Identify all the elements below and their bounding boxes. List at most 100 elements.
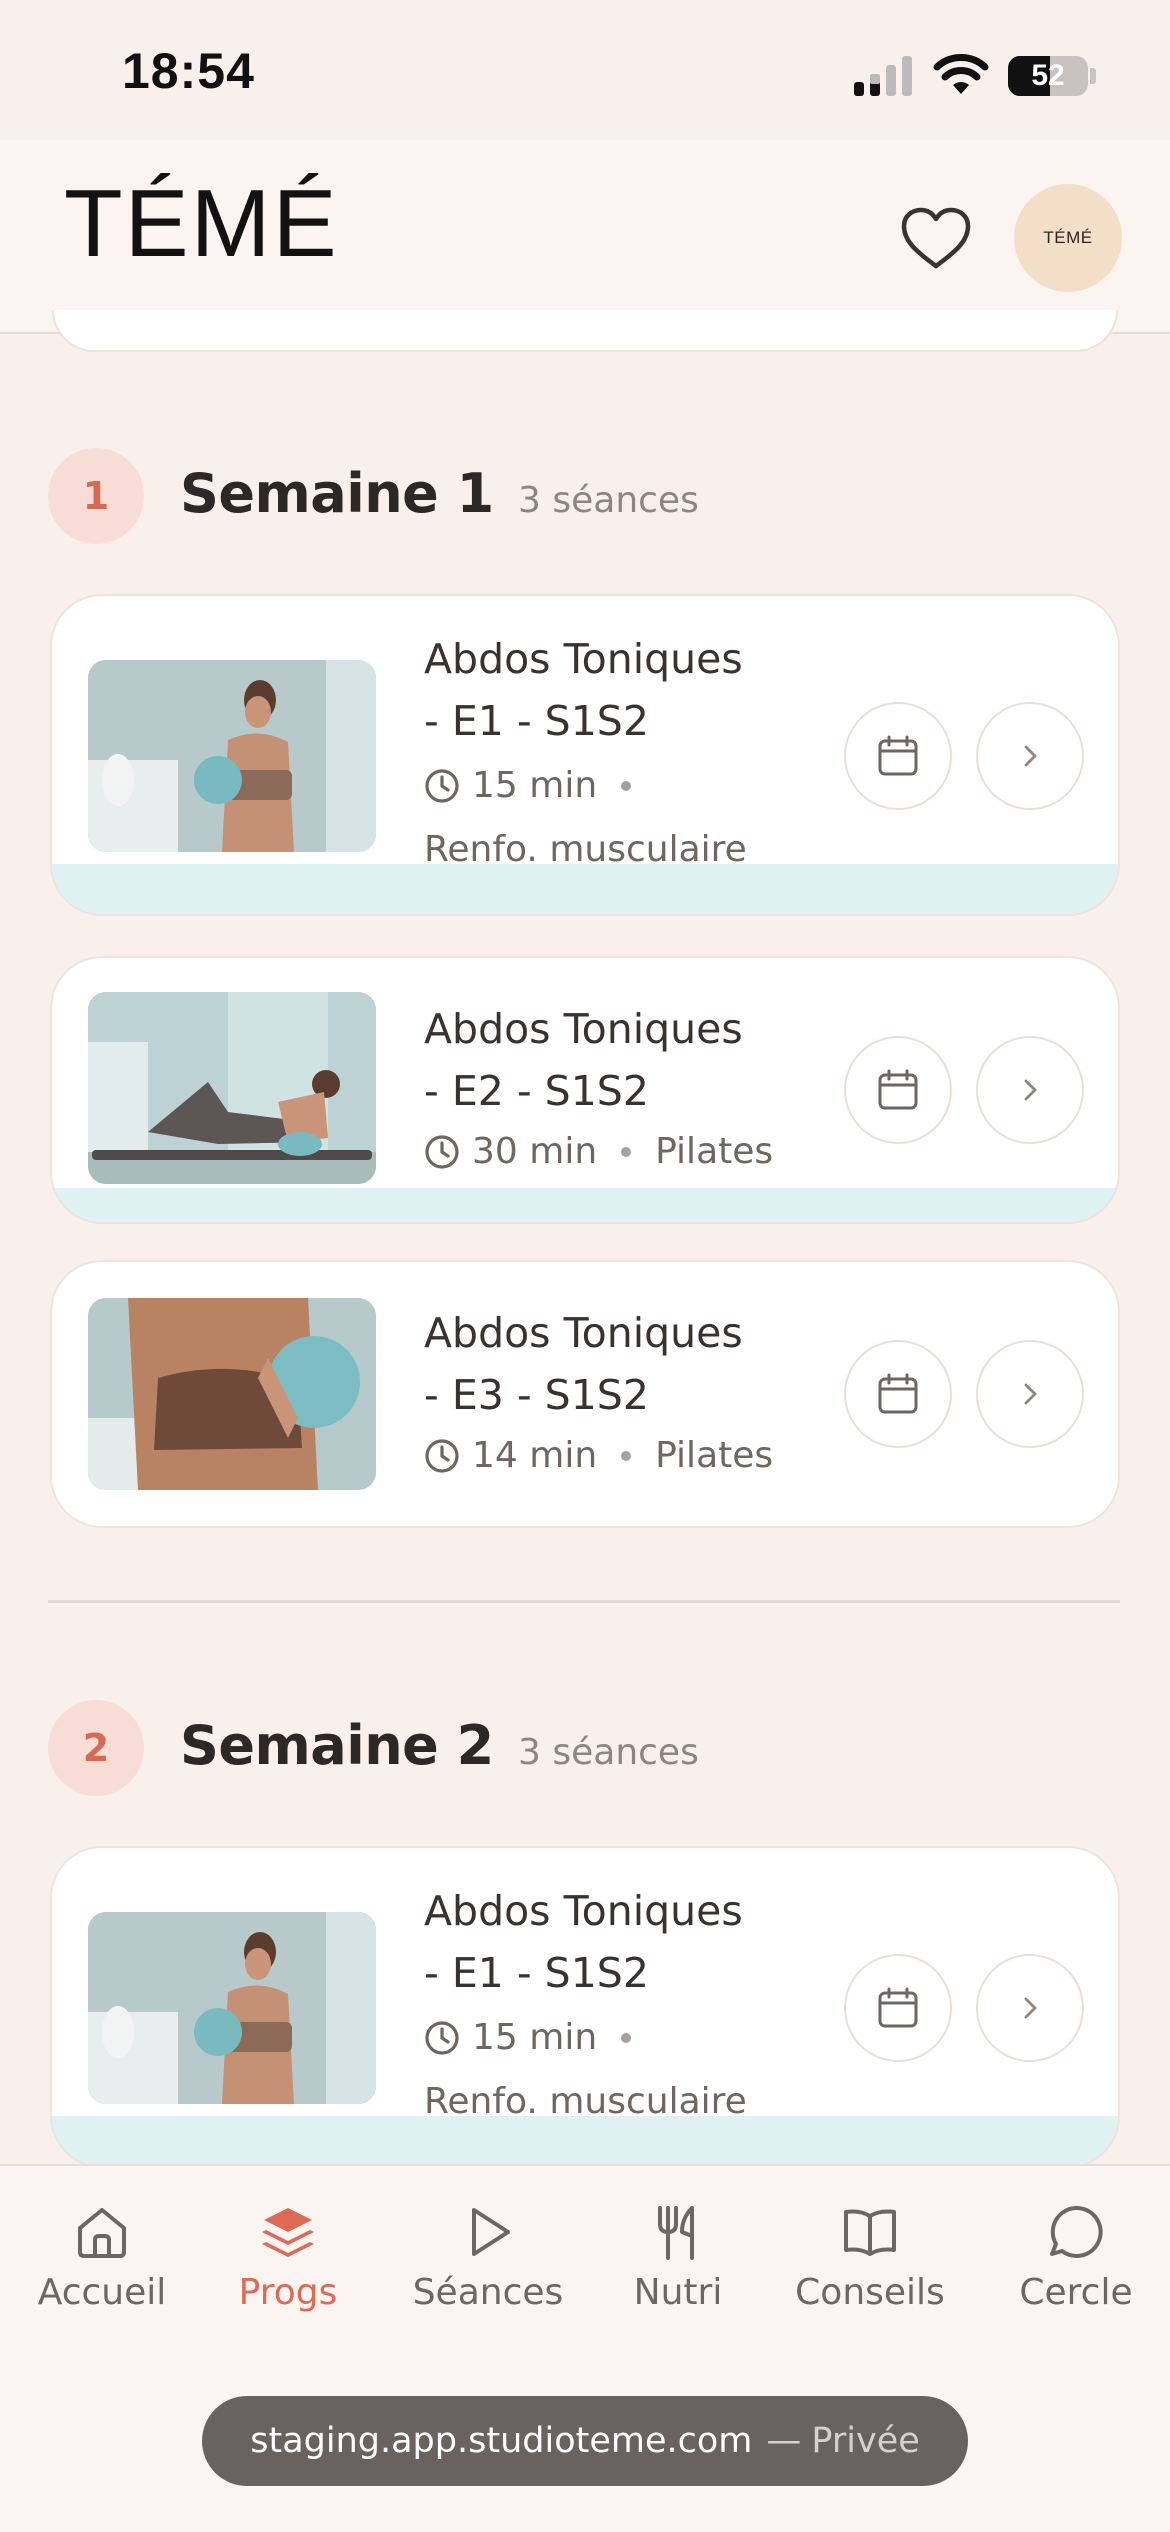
heart-icon[interactable]: [900, 206, 972, 272]
tab-accueil[interactable]: Accueil: [30, 2202, 174, 2313]
meta-separator-dot: [621, 1147, 632, 1157]
clock-icon: [425, 1439, 459, 1473]
logo[interactable]: TÉMÉ: [64, 176, 339, 272]
calendar-icon: [878, 735, 918, 776]
wifi-icon: [933, 54, 989, 94]
meta-separator-dot: [621, 2033, 632, 2043]
chat-bubble-icon: [1050, 2205, 1103, 2258]
private-mode-label: Privée: [811, 2421, 920, 2461]
chevron-right-icon: [1024, 1383, 1037, 1405]
open-session-button[interactable]: [976, 702, 1084, 810]
tab-label: Accueil: [37, 2272, 167, 2313]
session-card[interactable]: Abdos Toniques - E1 - S1S2 15 min Renfo.…: [50, 1846, 1120, 2168]
schedule-button[interactable]: [844, 1036, 952, 1144]
session-card[interactable]: Abdos Toniques - E1 - S1S2 15 min Renfo.…: [50, 594, 1120, 916]
calendar-icon: [878, 1987, 918, 2028]
tab-label: Séances: [412, 2272, 564, 2313]
session-card[interactable]: Abdos Toniques - E3 - S1S2 14 min Pilate…: [50, 1260, 1120, 1528]
session-title-line1: Abdos Toniques: [424, 1309, 743, 1357]
session-title-line1: Abdos Toniques: [424, 1887, 743, 1935]
session-duration: 15 min: [472, 2017, 598, 2058]
meta-separator-dot: [621, 781, 632, 791]
session-title: Abdos Toniques - E3 - S1S2: [424, 1302, 824, 1426]
session-meta: 14 min Pilates: [424, 1432, 773, 1480]
url-separator: —: [766, 2421, 802, 2461]
week-title: Semaine 1: [180, 462, 494, 525]
tab-nutri[interactable]: Nutri: [620, 2202, 736, 2313]
session-thumbnail: [88, 1298, 376, 1490]
play-icon: [472, 2208, 510, 2256]
session-thumbnail: [88, 660, 376, 852]
session-title: Abdos Toniques - E1 - S1S2: [424, 628, 824, 752]
tab-label: Progs: [238, 2272, 338, 2313]
battery-percent: 52: [1031, 59, 1065, 92]
tab-label: Nutri: [633, 2272, 723, 2313]
session-title: Abdos Toniques - E1 - S1S2: [424, 1880, 824, 2004]
clock-icon: [425, 2021, 459, 2055]
session-title-line2: - E3 - S1S2: [424, 1371, 649, 1419]
session-card[interactable]: Abdos Toniques - E2 - S1S2 30 min Pilate…: [50, 956, 1120, 1224]
chevron-right-icon: [1024, 1079, 1037, 1101]
clock-icon: [425, 769, 459, 803]
session-category: Pilates: [655, 1131, 774, 1172]
calendar-icon: [878, 1373, 918, 1414]
session-thumbnail: [88, 992, 376, 1184]
tab-conseils[interactable]: Conseils: [786, 2202, 954, 2313]
session-meta: 15 min: [424, 2014, 655, 2062]
session-thumbnail: [88, 1912, 376, 2104]
fork-knife-icon: [658, 2206, 694, 2260]
schedule-button[interactable]: [844, 1340, 952, 1448]
tab-progs[interactable]: Progs: [226, 2202, 350, 2313]
status-time: 18:54: [122, 43, 255, 99]
browser-url-bar[interactable]: staging.app.studioteme.com — Privée: [202, 2396, 968, 2486]
week-divider: [48, 1600, 1120, 1603]
open-session-button[interactable]: [976, 1036, 1084, 1144]
session-title-line1: Abdos Toniques: [424, 635, 743, 683]
session-category: Renfo. musculaire: [424, 829, 747, 870]
session-meta: 30 min Pilates: [424, 1128, 773, 1176]
session-duration: 15 min: [472, 765, 598, 806]
tab-label: Conseils: [795, 2272, 945, 2313]
status-bar: 18:54 52: [0, 0, 1170, 140]
week-number-badge: 2: [48, 1700, 144, 1796]
session-title-line2: - E1 - S1S2: [424, 1949, 649, 1997]
session-title-line1: Abdos Toniques: [424, 1005, 743, 1053]
week-session-count: 3 séances: [518, 1732, 699, 1773]
clock-icon: [425, 1135, 459, 1169]
cellular-signal-icon: [854, 56, 912, 96]
week-title: Semaine 2: [180, 1714, 494, 1777]
battery-icon: 52: [1008, 56, 1088, 96]
meta-separator-dot: [621, 1451, 632, 1461]
layers-icon: [262, 2208, 314, 2257]
battery-nub: [1090, 68, 1096, 84]
tab-label: Cercle: [1019, 2272, 1133, 2313]
book-icon: [844, 2209, 896, 2256]
open-session-button[interactable]: [976, 1954, 1084, 2062]
schedule-button[interactable]: [844, 1954, 952, 2062]
chevron-right-icon: [1024, 1997, 1037, 2019]
session-duration: 30 min: [472, 1131, 598, 1172]
session-meta: 15 min: [424, 762, 655, 810]
session-category: Pilates: [655, 1435, 774, 1476]
session-title-line2: - E2 - S1S2: [424, 1067, 649, 1115]
previous-card-edge: [52, 310, 1118, 352]
session-duration: 14 min: [472, 1435, 598, 1476]
week-header: 1 Semaine 1 3 séances: [48, 448, 1118, 548]
session-title-line2: - E1 - S1S2: [424, 697, 649, 745]
week-number-badge: 1: [48, 448, 144, 544]
progress-strip: [52, 1188, 1118, 1222]
week-header: 2 Semaine 2 3 séances: [48, 1700, 1118, 1800]
home-icon: [78, 2208, 126, 2258]
session-category: Renfo. musculaire: [424, 2081, 747, 2122]
avatar[interactable]: TÉMÉ: [1014, 184, 1122, 292]
schedule-button[interactable]: [844, 702, 952, 810]
tab-cercle[interactable]: Cercle: [1004, 2202, 1148, 2313]
url-text: staging.app.studioteme.com: [250, 2421, 753, 2461]
week-session-count: 3 séances: [518, 480, 699, 521]
app-header: TÉMÉ TÉMÉ: [0, 140, 1170, 334]
calendar-icon: [878, 1069, 918, 1110]
tab-seances[interactable]: Séances: [400, 2202, 576, 2313]
open-session-button[interactable]: [976, 1340, 1084, 1448]
session-title: Abdos Toniques - E2 - S1S2: [424, 998, 824, 1122]
chevron-right-icon: [1024, 745, 1037, 767]
